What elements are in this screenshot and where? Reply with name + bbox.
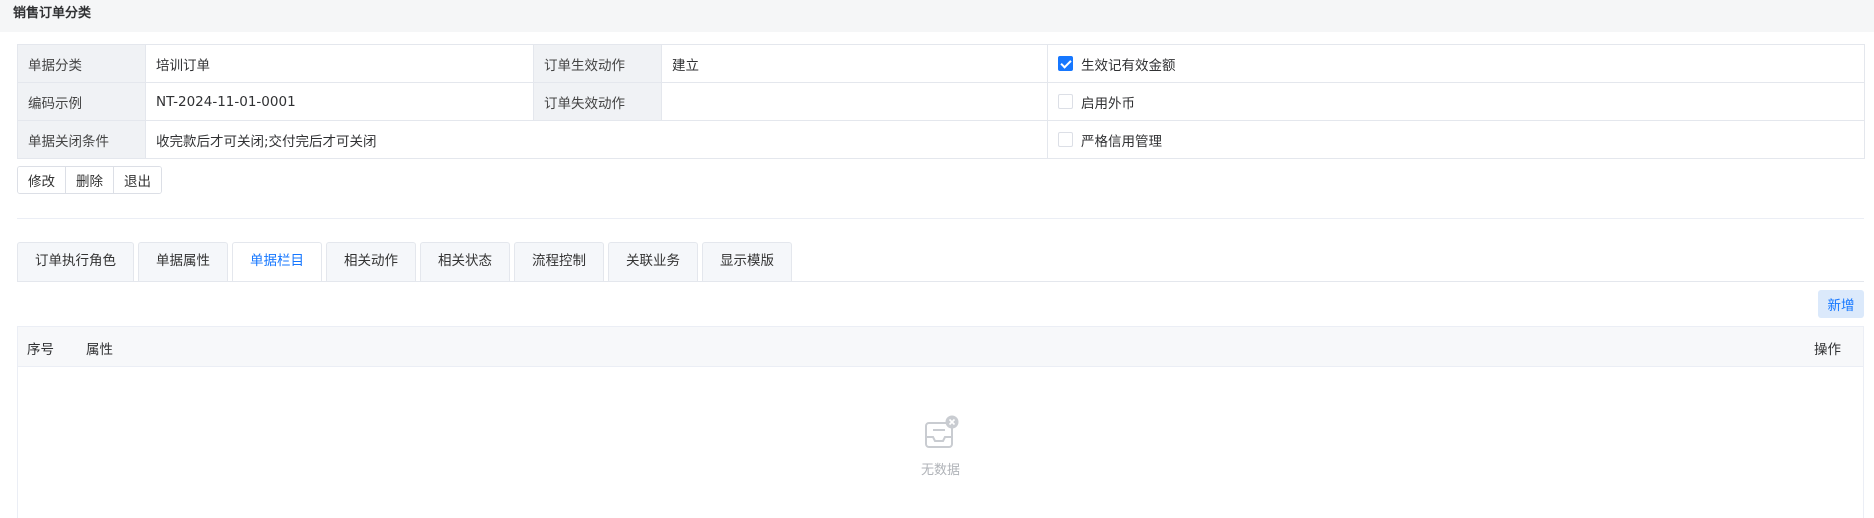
tab-doc-attributes[interactable]: 单据属性 xyxy=(138,242,228,281)
close-condition-value: 收完款后才可关闭;交付完后才可关闭 xyxy=(145,120,1048,159)
empty-text: 无数据 xyxy=(920,463,960,478)
empty-state: 无数据 xyxy=(18,415,1863,478)
effective-action-label: 订单生效动作 xyxy=(533,44,662,83)
info-row: 编码示例 NT-2024-11-01-0001 订单失效动作 启用外币 xyxy=(17,82,1865,121)
action-button-group: 修改 删除 退出 xyxy=(17,166,162,194)
foreign-currency-label: 启用外币 xyxy=(1081,95,1135,112)
check-cell: 生效记有效金额 xyxy=(1047,44,1865,83)
info-row: 单据分类 培训订单 订单生效动作 建立 生效记有效金额 xyxy=(17,44,1865,83)
add-button[interactable]: 新增 xyxy=(1818,290,1864,318)
tab-flow-control[interactable]: 流程控制 xyxy=(514,242,604,281)
check-cell: 启用外币 xyxy=(1047,82,1865,121)
info-row: 单据关闭条件 收完款后才可关闭;交付完后才可关闭 严格信用管理 xyxy=(17,120,1865,159)
effective-amount-label: 生效记有效金额 xyxy=(1081,57,1176,74)
page-title: 销售订单分类 xyxy=(13,6,92,21)
grid-header: 序号 属性 操作 xyxy=(18,327,1863,367)
tab-related-status[interactable]: 相关状态 xyxy=(420,242,510,281)
tab-order-roles[interactable]: 订单执行角色 xyxy=(17,242,134,281)
doc-category-label: 单据分类 xyxy=(17,44,146,83)
delete-button[interactable]: 删除 xyxy=(66,167,114,193)
invalid-action-value xyxy=(661,82,1048,121)
exit-button[interactable]: 退出 xyxy=(114,167,161,193)
col-seq-header[interactable]: 序号 xyxy=(27,338,54,358)
tab-display-template[interactable]: 显示模版 xyxy=(702,242,792,281)
empty-inbox-icon xyxy=(924,415,958,448)
strict-credit-checkbox[interactable] xyxy=(1058,132,1073,147)
tab-doc-columns[interactable]: 单据栏目 xyxy=(232,242,322,281)
invalid-action-label: 订单失效动作 xyxy=(533,82,662,121)
foreign-currency-checkbox[interactable] xyxy=(1058,94,1073,109)
code-example-value: NT-2024-11-01-0001 xyxy=(145,82,534,121)
tab-bar: 订单执行角色 单据属性 单据栏目 相关动作 相关状态 流程控制 关联业务 显示模… xyxy=(17,242,796,281)
section-divider xyxy=(17,218,1864,219)
columns-grid: 序号 属性 操作 无数据 xyxy=(17,326,1864,518)
tab-linked-business[interactable]: 关联业务 xyxy=(608,242,698,281)
code-example-label: 编码示例 xyxy=(17,82,146,121)
doc-category-value: 培训订单 xyxy=(145,44,534,83)
col-attr-header[interactable]: 属性 xyxy=(86,338,113,358)
close-condition-label: 单据关闭条件 xyxy=(17,120,146,159)
tab-underline xyxy=(17,281,1864,282)
edit-button[interactable]: 修改 xyxy=(18,167,66,193)
effective-action-value: 建立 xyxy=(661,44,1048,83)
col-ops-header: 操作 xyxy=(1814,342,1841,358)
check-cell: 严格信用管理 xyxy=(1047,120,1865,159)
order-info-table: 单据分类 培训订单 订单生效动作 建立 生效记有效金额 编码示例 NT-2024… xyxy=(17,44,1865,159)
strict-credit-label: 严格信用管理 xyxy=(1081,133,1162,150)
effective-amount-checkbox[interactable] xyxy=(1058,56,1073,71)
page-header: 销售订单分类 xyxy=(0,0,1874,32)
tab-related-actions[interactable]: 相关动作 xyxy=(326,242,416,281)
